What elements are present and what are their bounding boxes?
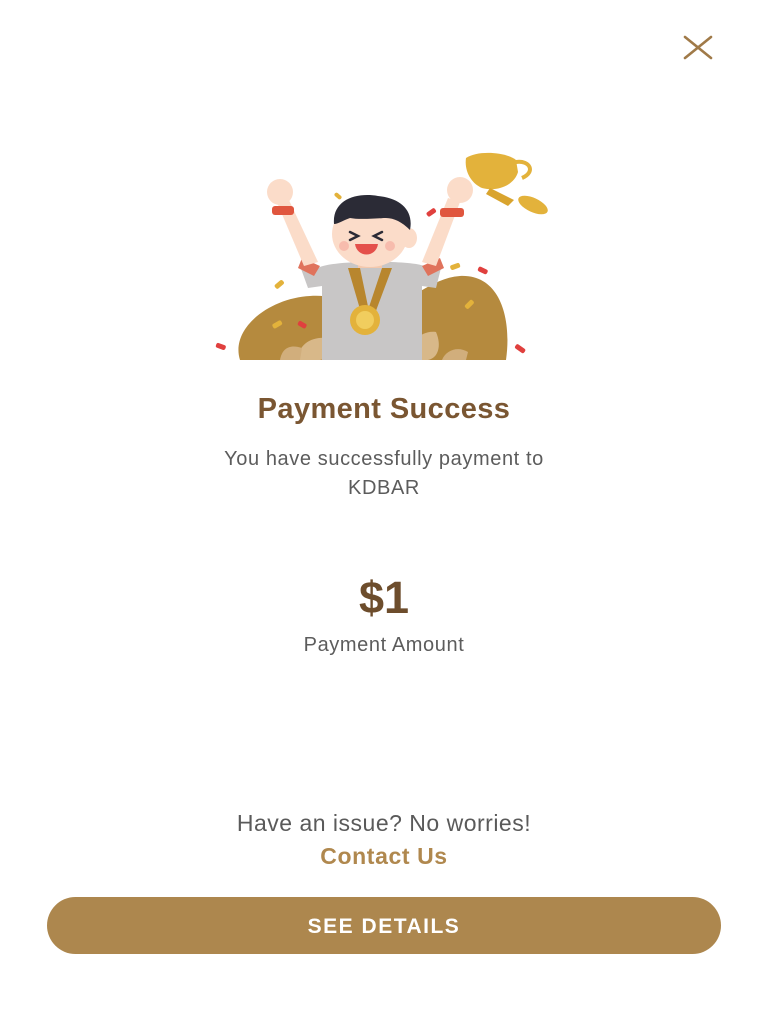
- contact-us-link[interactable]: Contact Us: [0, 843, 768, 870]
- success-illustration: [210, 148, 560, 363]
- close-button[interactable]: [680, 34, 716, 62]
- merchant-name: KDBAR: [348, 477, 420, 499]
- payment-amount-value: $1: [358, 572, 410, 623]
- payment-success-message: You have successfully payment to KDBAR: [0, 445, 768, 503]
- payment-success-title: Payment Success: [257, 393, 511, 425]
- message-line-1: You have successfully payment to: [224, 448, 544, 470]
- support-prompt: Have an issue? No worries!: [236, 810, 532, 836]
- payment-amount-label: Payment Amount: [303, 634, 465, 656]
- close-icon: [683, 35, 713, 60]
- see-details-button[interactable]: SEE DETAILS: [47, 897, 721, 954]
